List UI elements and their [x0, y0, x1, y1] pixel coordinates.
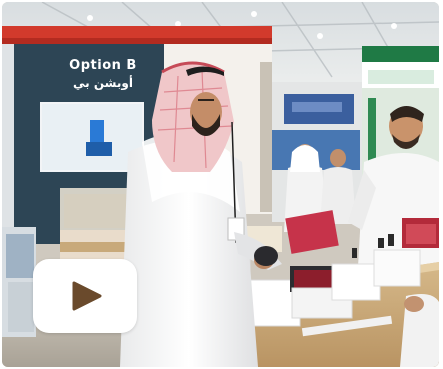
play-icon: [72, 281, 102, 311]
play-button[interactable]: [33, 259, 137, 333]
booth-sign-english: Option B: [69, 58, 137, 73]
booth-sign-arabic: أوبشن بي: [73, 76, 133, 90]
video-thumbnail[interactable]: Option B أوبشن بي: [2, 2, 439, 367]
